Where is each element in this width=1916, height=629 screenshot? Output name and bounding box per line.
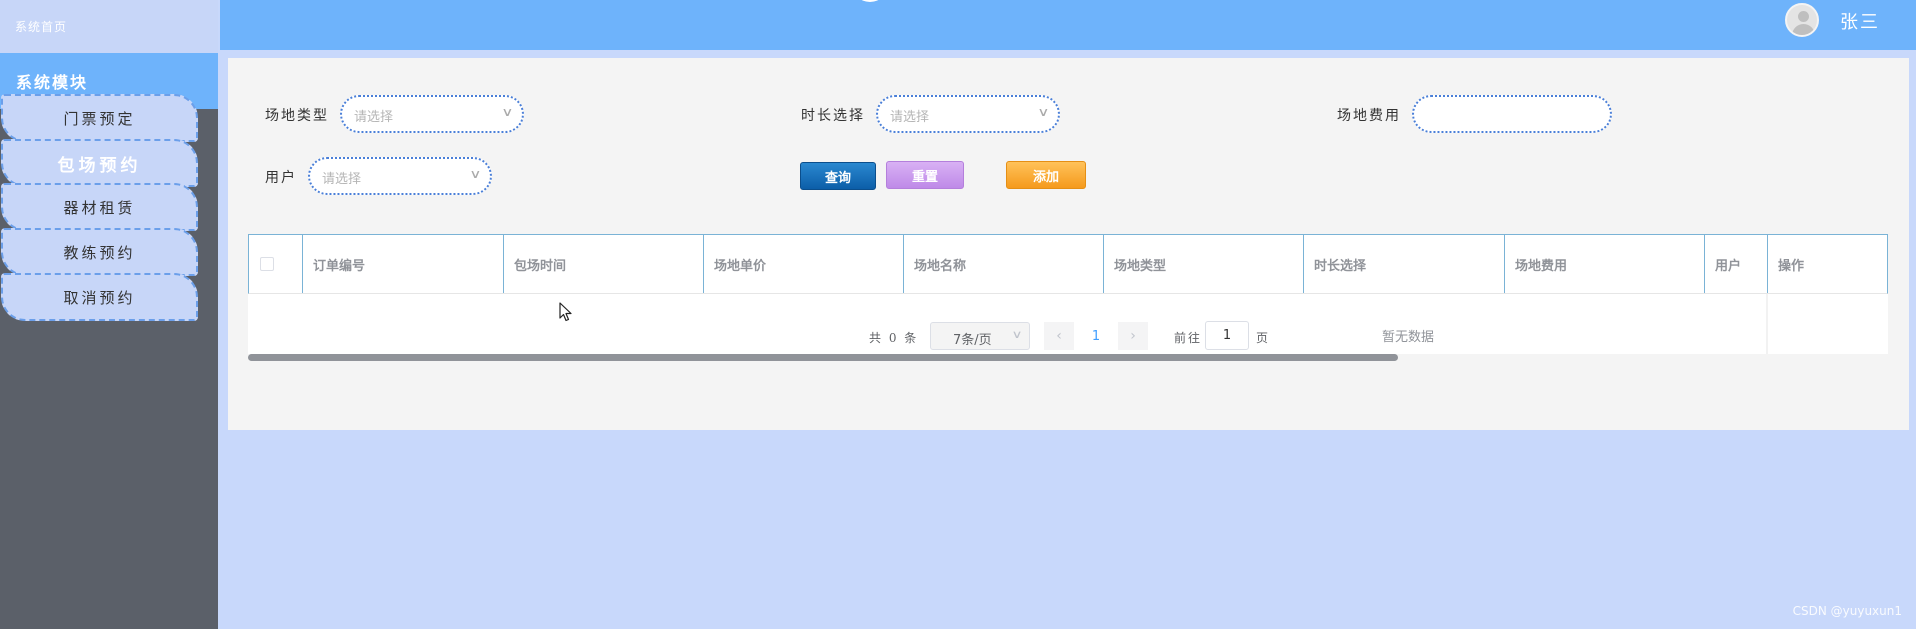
header-decoration	[852, 0, 888, 2]
fixed-column-divider	[1766, 294, 1768, 360]
column-header[interactable]: 场地单价	[704, 235, 904, 293]
chevron-down-icon: ∨	[1037, 105, 1050, 119]
column-header[interactable]: 场地类型	[1104, 235, 1304, 293]
sidebar-item-label: 包场预约	[57, 155, 142, 176]
sidebar-home-link[interactable]: 系统首页	[0, 0, 218, 53]
column-header[interactable]: 时长选择	[1304, 235, 1505, 293]
column-header[interactable]: 订单编号	[303, 235, 504, 293]
sidebar-item-label: 取消预约	[63, 288, 136, 307]
user-label: 用户	[265, 170, 297, 186]
column-header-label: 时长选择	[1314, 258, 1367, 274]
mouse-pointer-icon	[559, 302, 572, 322]
sidebar-item-label: 教练预约	[63, 243, 136, 262]
empty-table-text: 暂无数据	[1381, 330, 1435, 345]
venue-type-placeholder: 请选择	[354, 110, 394, 125]
chevron-down-icon: ∨	[501, 105, 514, 119]
venue-fee-input[interactable]	[1412, 95, 1612, 133]
column-header-label: 用户	[1715, 258, 1742, 274]
column-header-label: 订单编号	[313, 258, 366, 274]
sidebar-home-label: 系统首页	[15, 20, 68, 34]
column-header-label: 场地费用	[1515, 258, 1568, 274]
duration-placeholder: 请选择	[890, 110, 930, 125]
select-all-checkbox[interactable]	[260, 257, 274, 271]
sidebar-item-venue-booking[interactable]: 包场预约	[1, 139, 198, 187]
sidebar-item-equipment-rental[interactable]: 器材租赁	[1, 183, 198, 231]
venue-type-label: 场地类型	[265, 108, 329, 124]
horizontal-scrollbar-thumb[interactable]	[248, 354, 1398, 361]
sidebar-item-label: 器材租赁	[63, 198, 136, 217]
table-header: 订单编号 包场时间 场地单价 场地名称 场地类型 时长选择 场地费用 用户 操作	[248, 234, 1888, 294]
venue-fee-label: 场地费用	[1337, 108, 1401, 124]
user-placeholder: 请选择	[322, 172, 362, 187]
sidebar-item-ticket-booking[interactable]: 门票预定	[1, 94, 198, 142]
column-header[interactable]: 场地费用	[1505, 235, 1705, 293]
column-header[interactable]: 操作	[1768, 235, 1887, 293]
column-header-label: 包场时间	[514, 258, 567, 274]
top-header: 张三	[220, 0, 1916, 50]
column-header[interactable]: 场地名称	[904, 235, 1104, 293]
user-avatar-icon[interactable]	[1785, 3, 1819, 37]
duration-label: 时长选择	[801, 108, 865, 124]
sidebar-item-coach-booking[interactable]: 教练预约	[1, 228, 198, 276]
user-select[interactable]: 请选择 ∨	[308, 157, 492, 195]
column-header[interactable]: 包场时间	[504, 235, 704, 293]
column-header-label: 场地名称	[914, 258, 967, 274]
sidebar-item-label: 门票预定	[63, 109, 136, 128]
venue-type-select[interactable]: 请选择 ∨	[340, 95, 524, 133]
sidebar-module-label: 系统模块	[16, 73, 89, 92]
add-button[interactable]: 添加	[1006, 161, 1086, 189]
duration-select[interactable]: 请选择 ∨	[876, 95, 1060, 133]
sidebar: 系统首页 系统模块 门票预定 包场预约 器材租赁 教练预约 取消预约	[0, 0, 218, 629]
chevron-down-icon: ∨	[469, 167, 482, 181]
column-header-label: 场地单价	[714, 258, 767, 274]
sidebar-item-cancel-booking[interactable]: 取消预约	[1, 273, 198, 321]
column-header-label: 操作	[1778, 258, 1805, 274]
column-header-label: 场地类型	[1114, 258, 1167, 274]
main-panel: 场地类型 请选择 ∨ 时长选择 请选择 ∨ 场地费用 用户 请选择 ∨ 查询 重…	[228, 58, 1909, 430]
column-header[interactable]: 用户	[1705, 235, 1768, 293]
watermark-text: CSDN @yuyuxun1	[1792, 604, 1902, 618]
username[interactable]: 张三	[1840, 8, 1880, 34]
query-button[interactable]: 查询	[800, 162, 876, 190]
data-table: 订单编号 包场时间 场地单价 场地名称 场地类型 时长选择 场地费用 用户 操作…	[248, 234, 1888, 360]
select-all-column	[249, 235, 303, 293]
reset-button[interactable]: 重置	[886, 161, 964, 189]
